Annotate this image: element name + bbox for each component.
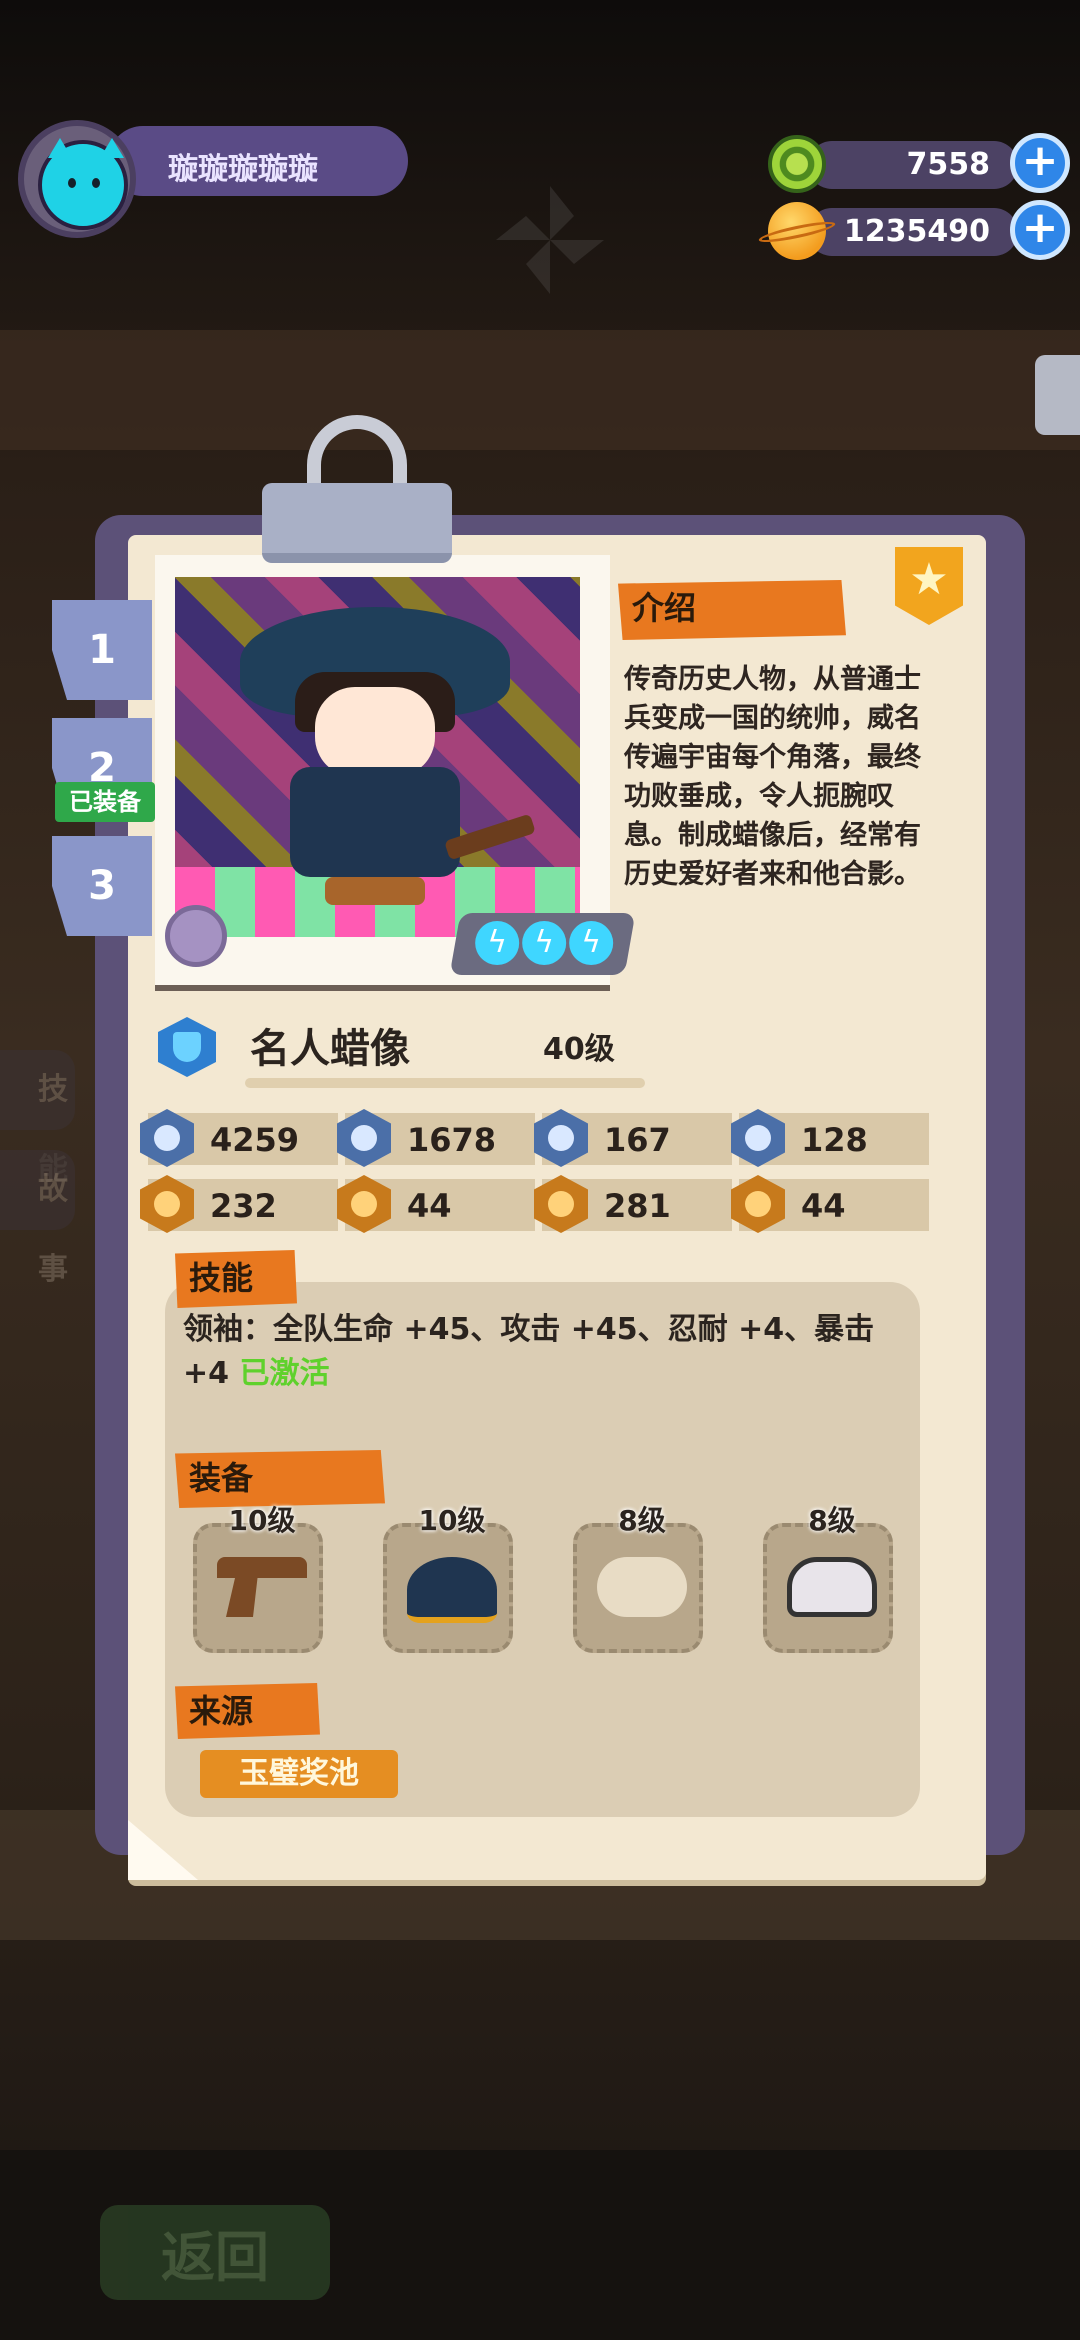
outfit-tab-3[interactable]: 3 (52, 836, 152, 936)
equipment-level: 10级 (228, 1504, 296, 1537)
source-gacha-button[interactable]: 玉璧奖池 (200, 1750, 398, 1798)
skills-title: 技能 (175, 1250, 297, 1308)
avatar-cat-icon (38, 138, 128, 230)
binder-clip-icon (262, 415, 452, 575)
intro-title: 介绍 (618, 580, 846, 640)
side-tab-story[interactable]: 故事 (0, 1150, 75, 1287)
background-shelf (0, 330, 1080, 450)
smile-icon (337, 1175, 391, 1233)
stat-fist: 232 (140, 1175, 338, 1233)
lightning-icon: ϟ (475, 921, 520, 965)
tab-label: 3 (88, 863, 116, 909)
equipment-level: 8级 (808, 1504, 856, 1537)
stat-value: 44 (407, 1187, 452, 1225)
character-level: 40级 (543, 1032, 615, 1067)
player-profile[interactable]: 璇璇璇璇璇 (18, 120, 408, 238)
back-button[interactable]: 返回 (100, 2205, 330, 2300)
energy-indicator: ϟ ϟ ϟ (449, 913, 636, 975)
equipment-slot[interactable]: 10级 (383, 1504, 513, 1653)
avatar-frame (18, 120, 136, 238)
rank-medal-icon (165, 905, 227, 967)
lightning-icon: ϟ (522, 921, 567, 965)
stat-defense: 167 (534, 1109, 732, 1167)
add-coins-button[interactable]: + (1010, 200, 1070, 260)
planet-coin-icon (768, 202, 826, 260)
fist-icon (140, 1175, 194, 1233)
outfit-tab-1[interactable]: 1 (52, 600, 152, 700)
penguin-badge-icon (787, 1557, 877, 1617)
stat-brain: 44 (731, 1175, 929, 1233)
divider (245, 1078, 645, 1088)
stat-smile: 44 (337, 1175, 535, 1233)
attack-sword-icon (337, 1109, 391, 1167)
stat-value: 4259 (210, 1121, 300, 1159)
equipment-slot[interactable]: 8级 (573, 1504, 703, 1653)
equipment-slot[interactable]: 8级 (763, 1504, 893, 1653)
currency-value: 7558 (906, 147, 991, 182)
character-portrait (175, 577, 580, 937)
defense-shield-icon (534, 1109, 588, 1167)
anchor-icon (731, 1109, 785, 1167)
shoes-icon (597, 1557, 687, 1617)
stat-value: 232 (210, 1187, 277, 1225)
green-gem-coin-icon (768, 135, 826, 193)
stat-value: 281 (604, 1187, 671, 1225)
lightning-icon: ϟ (569, 921, 614, 965)
currency-coins: 1235490 + (768, 200, 1070, 260)
intro-text: 传奇历史人物，从普通士兵变成一国的统帅，威名传遍宇宙每个角落，最终功败垂成，令人… (624, 664, 921, 890)
stat-hp: 4259 (140, 1109, 338, 1167)
equipped-badge: 已装备 (55, 782, 155, 822)
pistol-icon (217, 1557, 307, 1617)
hp-heart-icon (140, 1109, 194, 1167)
currency-gems: 7558 + (768, 133, 1070, 193)
character-photo: ϟ ϟ ϟ (155, 555, 636, 985)
character-name: 名人蜡像 (250, 1026, 410, 1072)
skill-description: 领袖：全队生命 +45、攻击 +45、忍耐 +4、暴击 +4 已激活 (183, 1308, 923, 1396)
equipment-level: 8级 (618, 1504, 666, 1537)
stat-value: 44 (801, 1187, 846, 1225)
add-gems-button[interactable]: + (1010, 133, 1070, 193)
brain-icon (731, 1175, 785, 1233)
equipment-level: 10级 (418, 1504, 486, 1537)
stat-value: 128 (801, 1121, 868, 1159)
muscle-icon (534, 1175, 588, 1233)
player-name: 璇璇璇璇璇 (168, 152, 318, 187)
stat-value: 167 (604, 1121, 671, 1159)
bicorne-hat-icon (407, 1557, 497, 1623)
source-title: 来源 (175, 1683, 320, 1739)
side-tab-skills[interactable]: 技能 (0, 1050, 75, 1187)
stat-value: 1678 (407, 1121, 497, 1159)
equipment-slot[interactable]: 10级 (193, 1504, 323, 1653)
stat-anchor: 128 (731, 1109, 929, 1167)
currency-value: 1235490 (843, 214, 990, 249)
stat-muscle: 281 (534, 1175, 732, 1233)
stat-attack: 1678 (337, 1109, 535, 1167)
tab-label: 1 (88, 627, 116, 673)
share-button[interactable] (1035, 355, 1080, 435)
skill-status: 已激活 (239, 1356, 330, 1391)
fan-icon (496, 186, 604, 294)
